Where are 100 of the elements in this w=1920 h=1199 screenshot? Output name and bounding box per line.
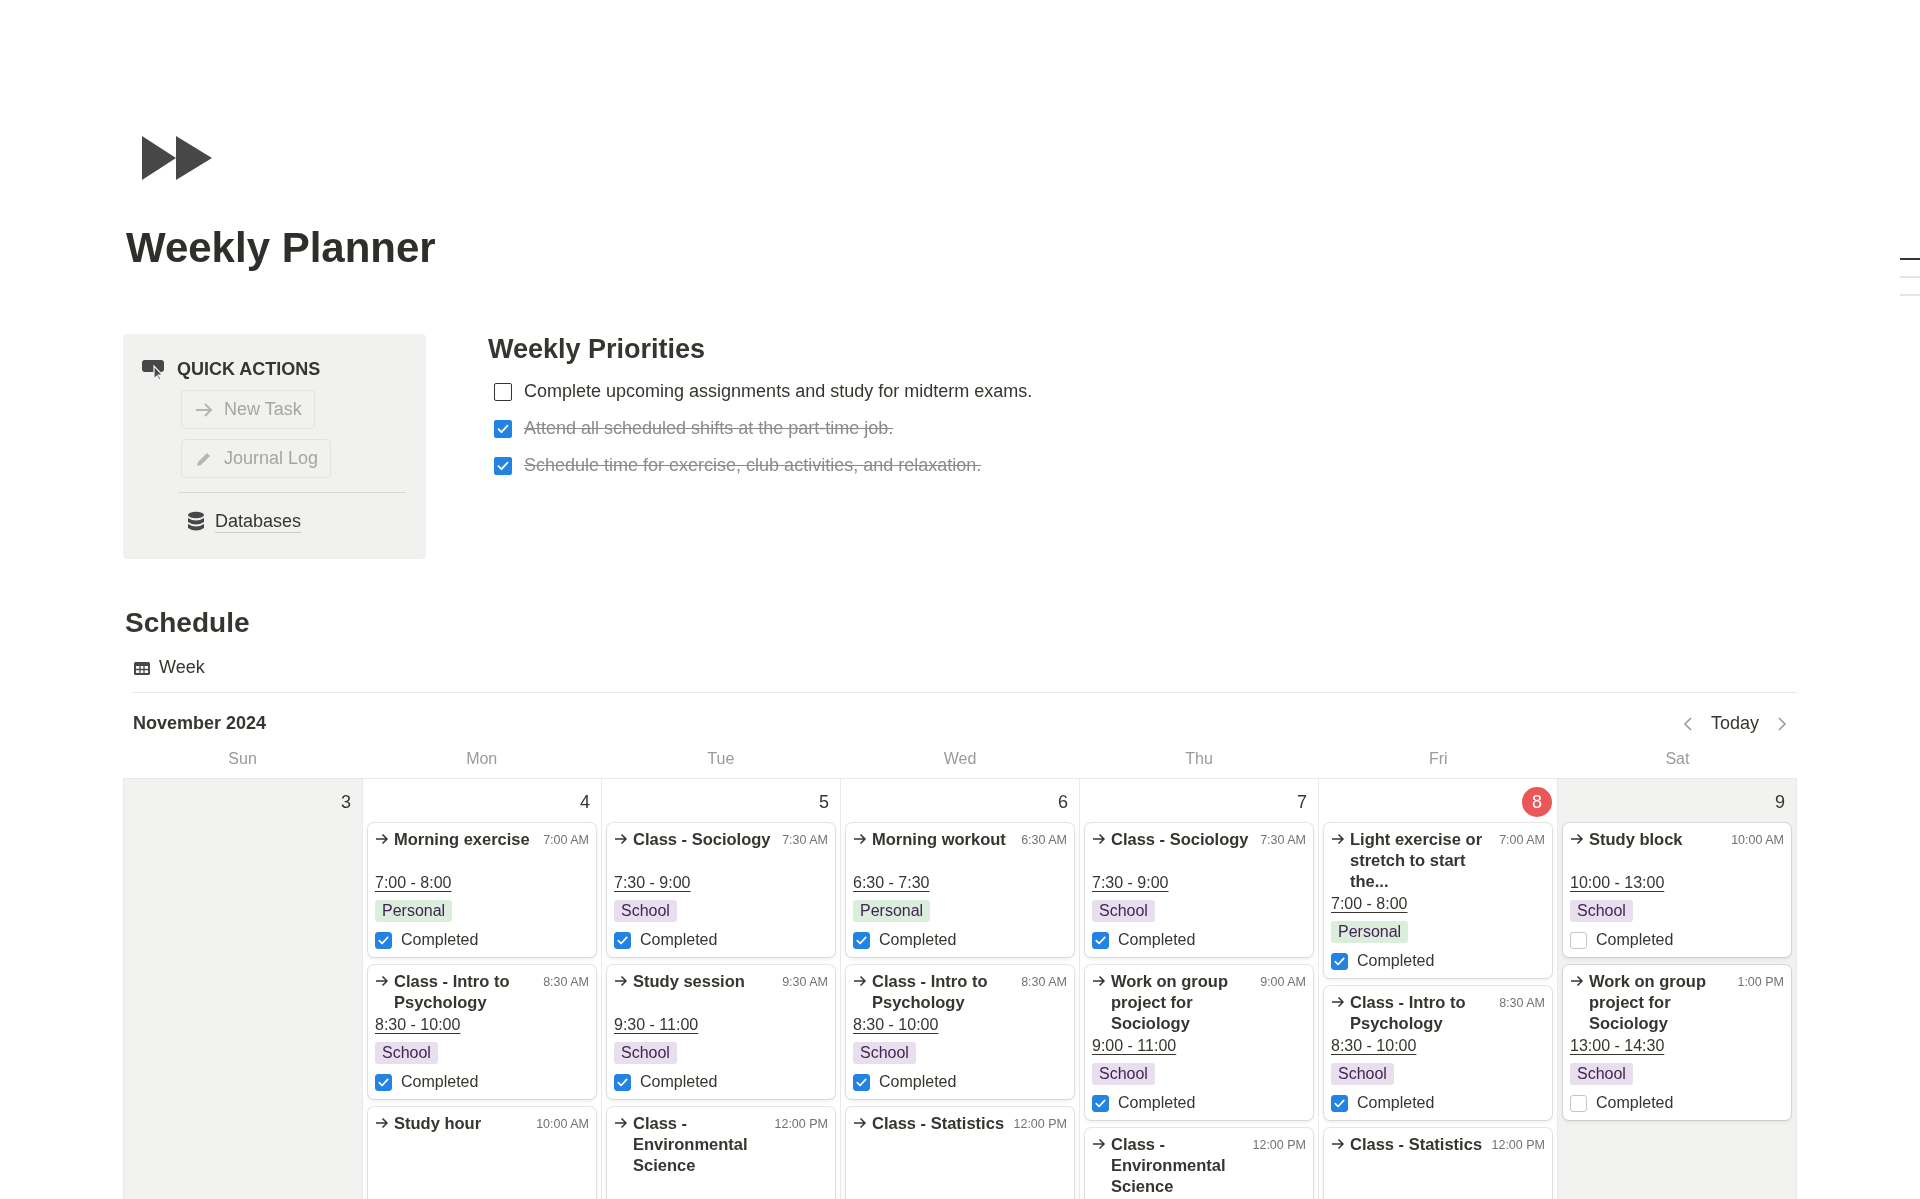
checkbox-label: Completed bbox=[640, 931, 718, 949]
event-time: 12:00 PM bbox=[774, 1117, 828, 1131]
event-card[interactable]: Class - Intro to Psychology 8:30 AM 8:30 - 10:00 School Completed bbox=[1324, 986, 1552, 1120]
event-title: Class - Sociology bbox=[1111, 829, 1249, 850]
event-time: 9:00 AM bbox=[1260, 975, 1306, 989]
event-card[interactable]: Morning exercise 7:00 AM 7:00 - 8:00 Personal Completed bbox=[368, 823, 596, 957]
checkbox[interactable] bbox=[1331, 952, 1348, 970]
event-card[interactable]: Class - Sociology 7:30 AM 7:30 - 9:00 School Completed bbox=[607, 823, 835, 957]
event-time: 7:00 AM bbox=[543, 833, 589, 847]
weekday-label: Thu bbox=[1185, 750, 1213, 767]
event-card[interactable]: Work on group project for Sociology 1:00 PM 13:00 - 14:30 School Completed bbox=[1563, 965, 1791, 1120]
arrow-icon bbox=[1331, 1137, 1345, 1151]
time-range: 10:00 - 13:00 bbox=[1570, 874, 1665, 892]
event-card[interactable]: Class - Environmental Science 12:00 PM bbox=[607, 1107, 835, 1199]
event-card[interactable]: Class - Intro to Psychology 8:30 AM 8:30 - 10:00 School Completed bbox=[368, 965, 596, 1099]
event-title: Light exercise or stretch to start the... bbox=[1350, 829, 1484, 892]
time-range: 13:00 - 14:30 bbox=[1570, 1037, 1665, 1055]
checkbox[interactable] bbox=[494, 456, 512, 475]
time-range: 7:30 - 9:00 bbox=[614, 874, 691, 892]
arrow-icon bbox=[1092, 1137, 1106, 1151]
date-number: 3 bbox=[341, 791, 351, 813]
tag: Personal bbox=[375, 900, 453, 922]
event-title: Study hour bbox=[394, 1113, 482, 1134]
event-title: Work on group project for Sociology bbox=[1589, 971, 1707, 1034]
weekday-label: Mon bbox=[466, 750, 498, 767]
time-range: 8:30 - 10:00 bbox=[1331, 1037, 1417, 1055]
outline-marker[interactable] bbox=[1900, 258, 1920, 260]
event-title: Study session bbox=[633, 971, 745, 992]
weekday-label: Sun bbox=[228, 750, 257, 767]
event-card[interactable]: Class - Statistics 12:00 PM bbox=[846, 1107, 1074, 1199]
event-card[interactable]: Class - Environmental Science 12:00 PM bbox=[1085, 1128, 1313, 1199]
arrow-icon bbox=[614, 832, 628, 846]
date-number: 5 bbox=[819, 791, 829, 813]
date-number: 6 bbox=[1058, 791, 1068, 813]
databases-link[interactable]: Databases bbox=[215, 511, 302, 533]
checkbox[interactable] bbox=[1331, 1094, 1348, 1112]
time-range: 7:00 - 8:00 bbox=[1331, 895, 1408, 913]
weekday-label: Wed bbox=[943, 750, 977, 767]
time-range: 8:30 - 10:00 bbox=[375, 1016, 461, 1034]
section-heading: Weekly Priorities bbox=[488, 334, 707, 365]
tag: School bbox=[614, 900, 677, 922]
event-time: 7:00 AM bbox=[1499, 833, 1545, 847]
view-tab[interactable]: Week bbox=[159, 657, 205, 678]
event-title: Class - Statistics bbox=[872, 1113, 1005, 1134]
event-card[interactable]: Class - Statistics 12:00 PM bbox=[1324, 1128, 1552, 1199]
today-date-badge: 8 bbox=[1522, 787, 1552, 817]
checkbox[interactable] bbox=[1092, 1094, 1109, 1112]
checkbox[interactable] bbox=[853, 931, 870, 949]
event-card[interactable]: Light exercise or stretch to start the... 7:00 AM 7:00 - 8:00 Personal Completed bbox=[1324, 823, 1552, 978]
event-time: 1:00 PM bbox=[1737, 975, 1784, 989]
event-card[interactable]: Class - Sociology 7:30 AM 7:30 - 9:00 School Completed bbox=[1085, 823, 1313, 957]
checkbox[interactable] bbox=[614, 1073, 631, 1091]
event-card[interactable]: Work on group project for Sociology 9:00 AM 9:00 - 11:00 School Completed bbox=[1085, 965, 1313, 1120]
checkbox-label: Completed bbox=[1118, 931, 1196, 949]
tag: Personal bbox=[1331, 921, 1409, 943]
tag: School bbox=[853, 1042, 916, 1064]
event-time: 8:30 AM bbox=[543, 975, 589, 989]
panel-title: QUICK ACTIONS bbox=[177, 358, 321, 380]
checkbox[interactable] bbox=[375, 931, 392, 949]
weekday-label: Tue bbox=[707, 750, 735, 767]
event-card[interactable]: Study block 10:00 AM 10:00 - 13:00 School Completed bbox=[1563, 823, 1791, 957]
event-time: 12:00 PM bbox=[1013, 1117, 1067, 1131]
checkbox-label: Completed bbox=[1357, 1094, 1435, 1112]
time-range: 6:30 - 7:30 bbox=[853, 874, 930, 892]
arrow-icon bbox=[1331, 995, 1345, 1009]
arrow-icon bbox=[853, 974, 867, 988]
checkbox[interactable] bbox=[494, 419, 512, 438]
event-time: 10:00 AM bbox=[536, 1117, 589, 1131]
priority-text: Attend all scheduled shifts at the part-time job. bbox=[524, 418, 894, 439]
today-button[interactable]: Today bbox=[1706, 711, 1763, 736]
arrow-icon bbox=[375, 832, 389, 846]
checkbox[interactable] bbox=[494, 382, 512, 401]
checkbox-label: Completed bbox=[1596, 931, 1674, 949]
event-card[interactable]: Study hour 10:00 AM bbox=[368, 1107, 596, 1199]
priority-text: Complete upcoming assignments and study for midterm exams. bbox=[524, 381, 1033, 402]
next-button[interactable] bbox=[1777, 715, 1787, 732]
arrow-icon bbox=[614, 974, 628, 988]
checkbox-label: Completed bbox=[879, 1073, 957, 1091]
calendar-icon bbox=[133, 659, 151, 676]
event-card[interactable]: Study session 9:30 AM 9:30 - 11:00 School Completed bbox=[607, 965, 835, 1099]
arrow-icon bbox=[1570, 832, 1584, 846]
time-range: 8:30 - 10:00 bbox=[853, 1016, 939, 1034]
previous-button[interactable] bbox=[1682, 715, 1693, 732]
weekday-label: Sat bbox=[1665, 750, 1690, 767]
event-card[interactable]: Morning workout 6:30 AM 6:30 - 7:30 Personal Completed bbox=[846, 823, 1074, 957]
event-time: 12:00 PM bbox=[1252, 1138, 1306, 1152]
arrow-icon bbox=[1331, 832, 1345, 846]
checkbox[interactable] bbox=[1092, 931, 1109, 949]
arrow-icon bbox=[853, 832, 867, 846]
time-range: 9:00 - 11:00 bbox=[1092, 1037, 1177, 1055]
tag: School bbox=[1570, 900, 1633, 922]
event-card[interactable]: Class - Intro to Psychology 8:30 AM 8:30 - 10:00 School Completed bbox=[846, 965, 1074, 1099]
checkbox-label: Completed bbox=[401, 1073, 479, 1091]
checkbox[interactable] bbox=[614, 931, 631, 949]
checkbox[interactable] bbox=[853, 1073, 870, 1091]
checkbox[interactable] bbox=[375, 1073, 392, 1091]
tag: School bbox=[1092, 1063, 1155, 1085]
checkbox-label: Completed bbox=[1118, 1094, 1196, 1112]
event-title: Class - Intro to Psychology bbox=[394, 971, 511, 1013]
priority-text: Schedule time for exercise, club activities, and relaxation. bbox=[524, 455, 982, 476]
